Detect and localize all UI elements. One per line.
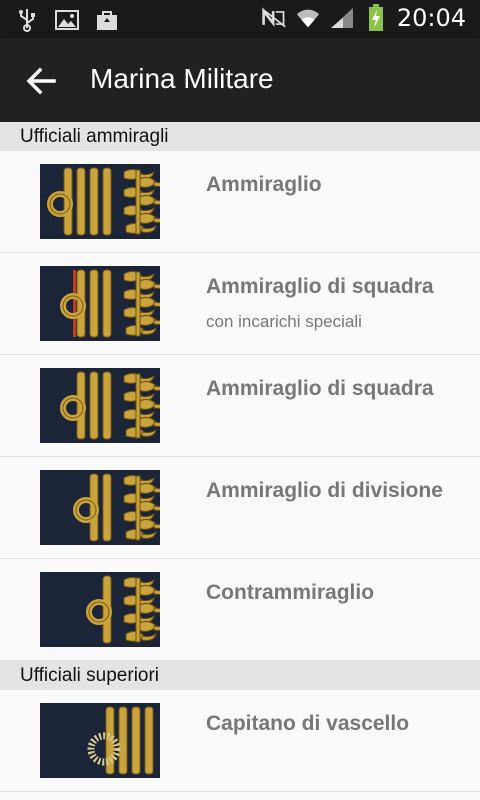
- status-bar: 20:04: [0, 0, 480, 38]
- list-item[interactable]: Ammiraglio di squadra: [0, 355, 480, 457]
- gold-stripe: [118, 706, 128, 775]
- section-header: Ufficiali superiori: [0, 661, 480, 690]
- gold-stripe: [131, 706, 141, 775]
- list-item[interactable]: Capitano di vascello: [0, 690, 480, 792]
- gold-stripe: [76, 167, 86, 236]
- image-icon: [54, 7, 80, 33]
- gold-stripe: [102, 371, 112, 440]
- rank-insignia: [40, 266, 169, 341]
- rank-title: Ammiraglio di divisione: [206, 479, 443, 502]
- section-header: Ufficiali ammiragli: [0, 122, 480, 151]
- gold-stripe: [102, 167, 112, 236]
- battery-charging-icon: [363, 4, 389, 31]
- gold-stripe: [89, 167, 99, 236]
- gold-stripe: [89, 269, 99, 338]
- rank-thumbnail: [40, 368, 169, 443]
- list-item[interactable]: Contrammiraglio: [0, 559, 480, 661]
- bag-icon: [94, 7, 120, 33]
- rank-insignia: [40, 703, 160, 778]
- wifi-icon: [295, 5, 321, 31]
- signal-icon: [329, 5, 355, 31]
- rank-thumbnail: [40, 266, 169, 341]
- nfc-off-icon: [261, 5, 287, 31]
- rank-thumbnail: [40, 572, 169, 647]
- gold-stripe: [89, 371, 99, 440]
- rank-title: Contrammiraglio: [206, 581, 375, 604]
- rank-thumbnail: [40, 164, 169, 239]
- rank-title: Ammiraglio di squadra: [206, 275, 434, 298]
- rank-insignia: [40, 470, 169, 545]
- list-item[interactable]: Ammiraglio di squadra con incarichi speci…: [0, 253, 480, 355]
- rank-title: Ammiraglio: [206, 173, 322, 196]
- rank-insignia: [40, 368, 169, 443]
- usb-icon: [14, 7, 40, 33]
- arrow-back-icon[interactable]: [24, 64, 58, 98]
- rank-thumbnail: [40, 470, 169, 545]
- gold-stripe: [102, 473, 112, 542]
- rank-title: Ammiraglio di squadra: [206, 377, 434, 400]
- list-item[interactable]: Ammiraglio: [0, 151, 480, 253]
- list-item[interactable]: Ammiraglio di divisione: [0, 457, 480, 559]
- rank-insignia: [40, 572, 169, 647]
- page-title: Marina Militare: [90, 63, 274, 94]
- rank-title: Capitano di vascello: [206, 712, 410, 735]
- rank-insignia: [40, 164, 169, 239]
- gold-stripe: [102, 269, 112, 338]
- rank-subtitle: con incarichi speciali: [206, 312, 362, 331]
- clock: 20:04: [396, 4, 466, 32]
- rank-thumbnail: [40, 703, 160, 778]
- rank-list: Ufficiali ammiragli Ammiraglio Ammiraglio …: [0, 122, 480, 792]
- gold-stripe: [144, 706, 154, 775]
- app-bar: Marina Militare: [0, 38, 480, 122]
